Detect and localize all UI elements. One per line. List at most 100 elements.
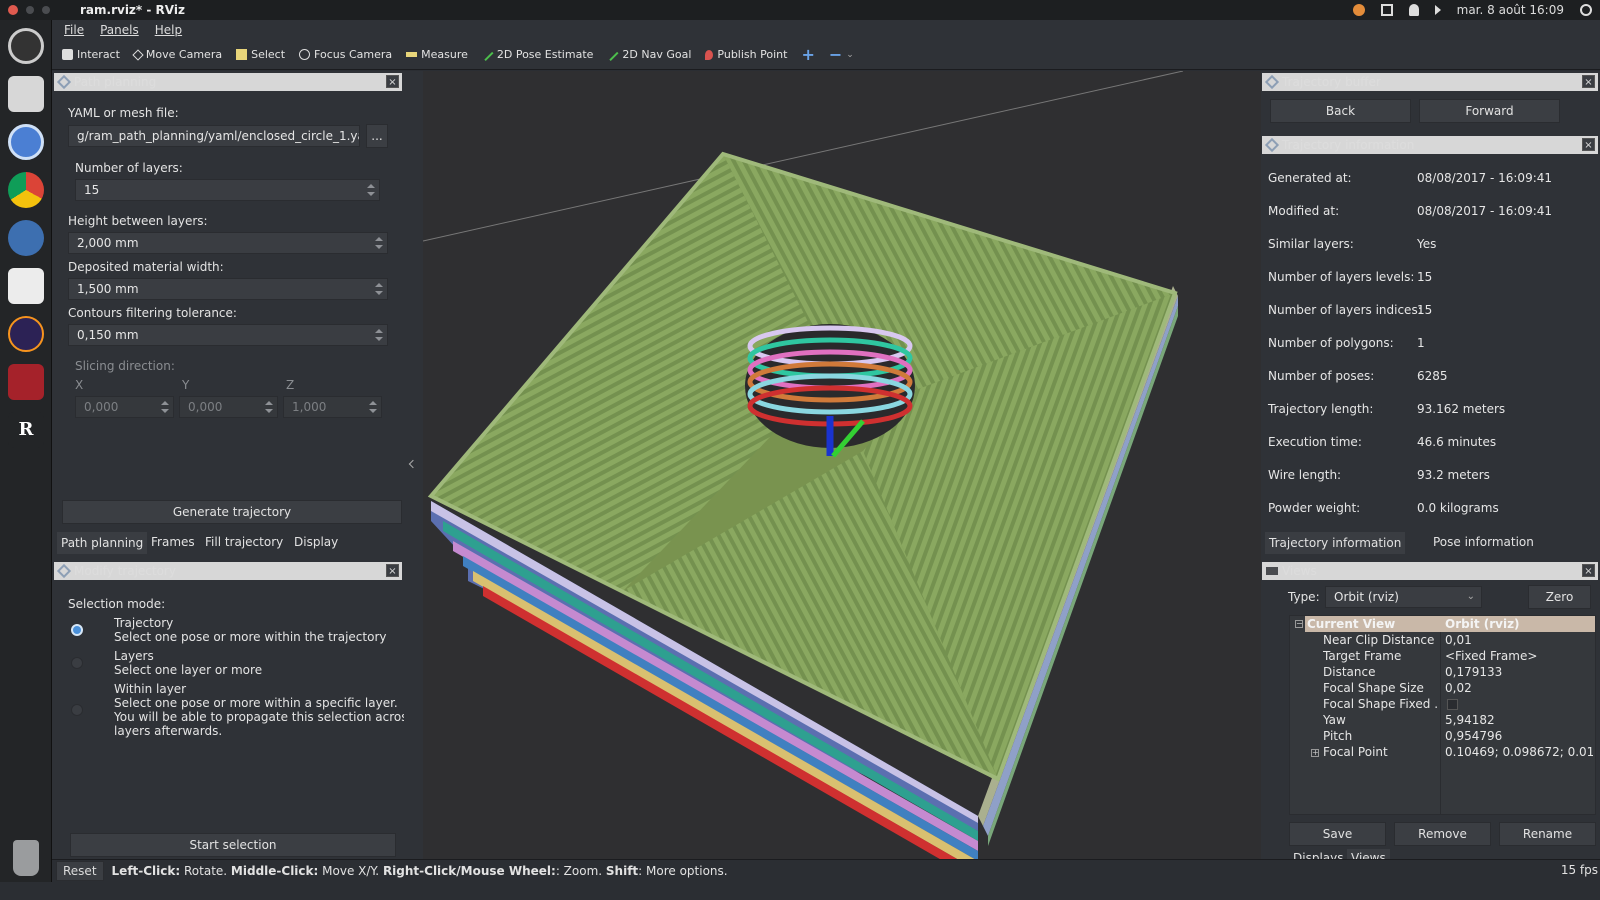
select-tool[interactable]: Select: [236, 48, 285, 61]
prop-value[interactable]: 0,02: [1445, 681, 1593, 695]
nav-goal-tool[interactable]: 2D Nav Goal: [606, 48, 691, 61]
terminal-icon[interactable]: [8, 364, 44, 400]
clock[interactable]: mar. 8 août 16:09: [1457, 3, 1564, 17]
spin-arrows-icon[interactable]: [375, 235, 383, 251]
chevron-down-icon: ⌄: [846, 49, 854, 60]
slicing-x-spinbox[interactable]: 0,000: [75, 396, 174, 418]
chrome-icon[interactable]: [8, 172, 44, 208]
files-icon[interactable]: [8, 76, 44, 112]
layers-spinbox[interactable]: 15: [75, 179, 380, 201]
weather-icon[interactable]: [1352, 4, 1365, 16]
views-title-bar[interactable]: Views ×: [1262, 562, 1598, 580]
prop-value[interactable]: <Fixed Frame>: [1445, 649, 1593, 663]
rviz-icon[interactable]: R: [8, 412, 44, 448]
interact-tool[interactable]: Interact: [62, 48, 120, 61]
radio-trajectory[interactable]: [71, 624, 83, 636]
prop-value[interactable]: 0,179133: [1445, 665, 1593, 679]
tab-pose-information[interactable]: Pose information: [1429, 531, 1538, 553]
measure-tool[interactable]: Measure: [406, 48, 468, 61]
window-close-button[interactable]: [8, 5, 18, 15]
close-icon[interactable]: ×: [1582, 138, 1595, 151]
close-icon[interactable]: ×: [386, 75, 399, 88]
zero-button[interactable]: Zero: [1528, 585, 1591, 609]
reset-button[interactable]: Reset: [56, 861, 104, 881]
radio-within-layer-desc: layers afterwards.: [114, 724, 223, 738]
spin-arrows-icon[interactable]: [375, 281, 383, 297]
slicing-z-spinbox[interactable]: 1,000: [283, 396, 382, 418]
tab-path-planning[interactable]: Path planning: [57, 532, 148, 554]
chromium-icon[interactable]: [8, 124, 44, 160]
mouse-hint: Left-Click: Rotate. Middle-Click: Move X…: [111, 864, 728, 878]
add-tool-button[interactable]: +: [801, 45, 814, 64]
notification-bell-icon[interactable]: [1408, 4, 1419, 16]
chevron-down-icon: ⌄: [1466, 591, 1475, 602]
menu-panels[interactable]: Panels: [100, 23, 139, 37]
spin-arrows-icon[interactable]: [265, 399, 273, 415]
close-icon[interactable]: ×: [1582, 75, 1595, 88]
tab-trajectory-information[interactable]: Trajectory information: [1265, 532, 1406, 554]
tolerance-spinbox[interactable]: 0,150 mm: [68, 324, 388, 346]
focus-camera-tool[interactable]: Focus Camera: [299, 48, 392, 61]
hand-icon: [62, 49, 73, 60]
3d-viewport[interactable]: [423, 71, 1261, 859]
prop-value[interactable]: 0,01: [1445, 633, 1593, 647]
tab-fill-trajectory[interactable]: Fill trajectory: [201, 531, 287, 553]
close-icon[interactable]: ×: [386, 564, 399, 577]
text-editor-icon[interactable]: [8, 268, 44, 304]
window-maximize-button[interactable]: [42, 6, 50, 14]
spin-arrows-icon[interactable]: [161, 399, 169, 415]
remove-view-button[interactable]: Remove: [1394, 822, 1491, 846]
yaml-file-input[interactable]: g/ram_path_planning/yaml/enclosed_circle…: [68, 125, 360, 147]
rename-view-button[interactable]: Rename: [1499, 822, 1596, 846]
info-label: Modified at:: [1268, 204, 1340, 218]
trajectory-information-title-bar[interactable]: Trajectory information ×: [1262, 136, 1598, 154]
tree-collapse-icon[interactable]: −: [1295, 620, 1303, 628]
back-button[interactable]: Back: [1270, 99, 1411, 123]
pose-estimate-tool[interactable]: 2D Pose Estimate: [481, 48, 593, 61]
remove-tool-button[interactable]: − ⌄: [829, 45, 854, 64]
tree-expand-icon[interactable]: +: [1311, 749, 1319, 757]
spin-arrows-icon[interactable]: [369, 399, 377, 415]
forward-button[interactable]: Forward: [1419, 99, 1560, 123]
menu-file[interactable]: File: [64, 23, 84, 37]
window-minimize-button[interactable]: [26, 6, 34, 14]
ubuntu-dash-icon[interactable]: [8, 28, 44, 64]
tab-display[interactable]: Display: [290, 531, 342, 553]
display-icon[interactable]: [1380, 4, 1393, 16]
trajectory-buffer-title-bar[interactable]: Trajectory buffer ×: [1262, 73, 1598, 91]
focal-shape-fixed-checkbox[interactable]: [1447, 699, 1458, 710]
view-type-select[interactable]: Orbit (rviz) ⌄: [1325, 586, 1482, 608]
collapse-left-icon[interactable]: [408, 459, 418, 469]
publish-point-tool[interactable]: Publish Point: [705, 48, 787, 61]
close-icon[interactable]: ×: [1582, 564, 1595, 577]
modify-trajectory-title-bar[interactable]: Modify trajectory ×: [54, 562, 402, 580]
spin-arrows-icon[interactable]: [367, 182, 375, 198]
trash-icon[interactable]: [13, 840, 39, 876]
radio-layers[interactable]: [71, 657, 83, 669]
eclipse-icon[interactable]: [8, 316, 44, 352]
spin-arrows-icon[interactable]: [375, 327, 383, 343]
thunderbird-icon[interactable]: [8, 220, 44, 256]
tab-frames[interactable]: Frames: [147, 531, 199, 553]
generate-trajectory-button[interactable]: Generate trajectory: [62, 500, 402, 524]
power-icon[interactable]: [1580, 4, 1592, 16]
path-planning-title-bar[interactable]: Path planning ×: [54, 73, 402, 91]
width-spinbox[interactable]: 1,500 mm: [68, 278, 388, 300]
info-value: 46.6 minutes: [1417, 435, 1497, 449]
prop-value[interactable]: 0,954796: [1445, 729, 1593, 743]
save-view-button[interactable]: Save: [1289, 822, 1386, 846]
prop-value[interactable]: 0.10469; 0.098672; 0.01...: [1445, 745, 1593, 759]
radio-within-layer[interactable]: [71, 704, 83, 716]
prop-value[interactable]: 5,94182: [1445, 713, 1593, 727]
height-spinbox[interactable]: 2,000 mm: [68, 232, 388, 254]
bottom-edge: [0, 882, 1600, 900]
menu-help[interactable]: Help: [155, 23, 182, 37]
start-selection-button[interactable]: Start selection: [70, 833, 396, 857]
browse-file-button[interactable]: ...: [366, 124, 388, 148]
volume-icon[interactable]: [1434, 5, 1441, 15]
move-camera-tool[interactable]: Move Camera: [132, 48, 222, 61]
slicing-y-spinbox[interactable]: 0,000: [179, 396, 278, 418]
yaml-label: YAML or mesh file:: [68, 106, 179, 120]
current-view-label: Current View: [1307, 617, 1396, 631]
left-splitter[interactable]: [404, 71, 423, 859]
